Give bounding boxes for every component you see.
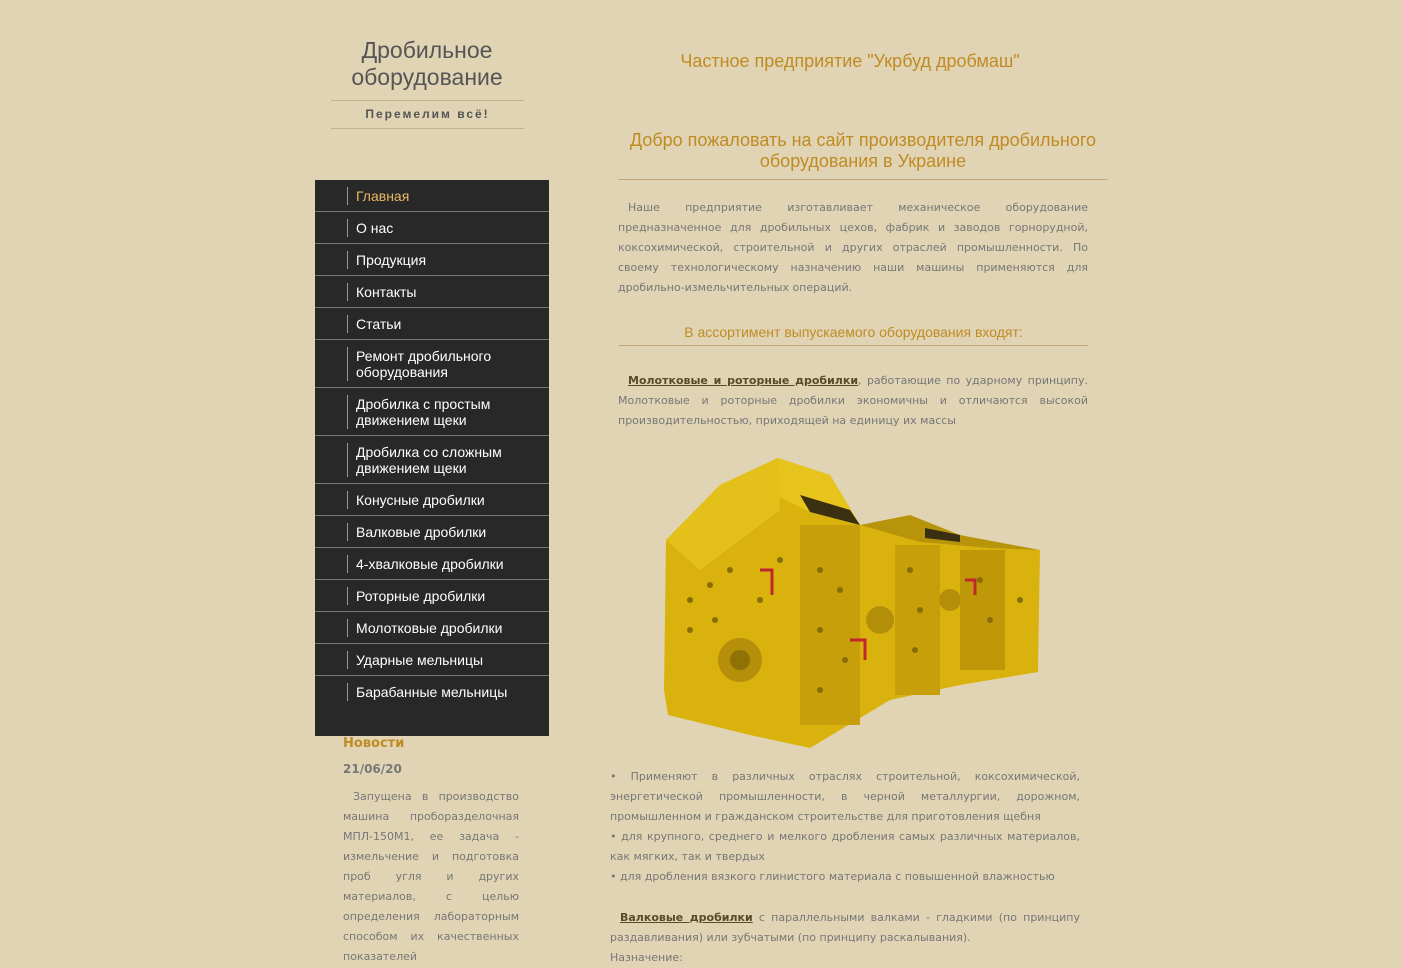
crusher-image	[664, 458, 1040, 748]
nav-item-products[interactable]: Продукция	[315, 244, 549, 276]
nav-label: Главная	[347, 186, 409, 205]
welcome-heading: Добро пожаловать на сайт производителя д…	[618, 130, 1108, 180]
news-date: 21/06/20	[343, 762, 402, 776]
nav-label: Барабанные мельницы	[347, 683, 507, 701]
uses-item: • Применяют в различных отраслях строите…	[610, 770, 1080, 823]
news-text: Запущена в производство машина проборазд…	[343, 790, 519, 963]
main-menu: Главная О нас Продукция Контакты Статьи …	[315, 180, 549, 736]
nav-item-simple-jaw[interactable]: Дробилка с простым движением щеки	[315, 388, 549, 436]
nav-item-cone[interactable]: Конусные дробилки	[315, 484, 549, 516]
nav-label: Конусные дробилки	[347, 490, 485, 509]
nav-label: Контакты	[347, 282, 416, 301]
nav-label: Ремонт дробильного оборудования	[347, 346, 539, 381]
nav-item-repair[interactable]: Ремонт дробильного оборудования	[315, 340, 549, 388]
nav-label: Статьи	[347, 314, 401, 333]
nav-item-hammer[interactable]: Молотковые дробилки	[315, 612, 549, 644]
company-name: Частное предприятие "Укрбуд дробмаш"	[680, 51, 1020, 71]
nav-label: Валковые дробилки	[347, 522, 486, 541]
uses-list: • Применяют в различных отраслях строите…	[610, 767, 1080, 887]
site-title: Дробильное оборудование	[351, 37, 503, 90]
roll-paragraph: Валковые дробилки с параллельными валкам…	[610, 908, 1080, 948]
nav-label: Дробилка со сложным движением щеки	[347, 442, 539, 477]
assortment-heading: В ассортимент выпускаемого оборудования …	[619, 324, 1088, 346]
hammer-paragraph: Молотковые и роторные дробилки, работающ…	[618, 371, 1088, 431]
nav-item-drum-mill[interactable]: Барабанные мельницы	[315, 676, 549, 708]
slogan-box: Перемелим всё!	[331, 100, 524, 129]
slogan: Перемелим всё!	[365, 107, 490, 121]
intro-paragraph: Наше предприятие изготавливает механичес…	[618, 201, 1088, 294]
nav-item-roll[interactable]: Валковые дробилки	[315, 516, 549, 548]
roll-crushers-link[interactable]: Валковые дробилки	[620, 911, 753, 924]
nav-label: Дробилка с простым движением щеки	[347, 394, 539, 429]
nav-item-rotor[interactable]: Роторные дробилки	[315, 580, 549, 612]
nav-item-about[interactable]: О нас	[315, 212, 549, 244]
hammer-crushers-link[interactable]: Молотковые и роторные дробилки	[628, 374, 858, 387]
nav-label: Ударные мельницы	[347, 650, 483, 669]
nav-label: 4-хвалковые дробилки	[347, 554, 504, 573]
nav-label: Продукция	[347, 250, 426, 269]
nav-item-4roll[interactable]: 4-хвалковые дробилки	[315, 548, 549, 580]
nav-label: Роторные дробилки	[347, 586, 485, 605]
nav-item-contacts[interactable]: Контакты	[315, 276, 549, 308]
purpose-label: Назначение:	[610, 951, 683, 964]
uses-item: • для крупного, среднего и мелкого дробл…	[610, 830, 1080, 863]
nav-item-complex-jaw[interactable]: Дробилка со сложным движением щеки	[315, 436, 549, 484]
nav-label: О нас	[347, 218, 393, 237]
nav-item-impact-mill[interactable]: Ударные мельницы	[315, 644, 549, 676]
nav-item-articles[interactable]: Статьи	[315, 308, 549, 340]
uses-item: • для дробления вязкого глинистого матер…	[610, 870, 1055, 883]
nav-label: Молотковые дробилки	[347, 618, 502, 637]
news-heading: Новости	[343, 736, 405, 751]
nav-item-home[interactable]: Главная	[315, 180, 549, 212]
